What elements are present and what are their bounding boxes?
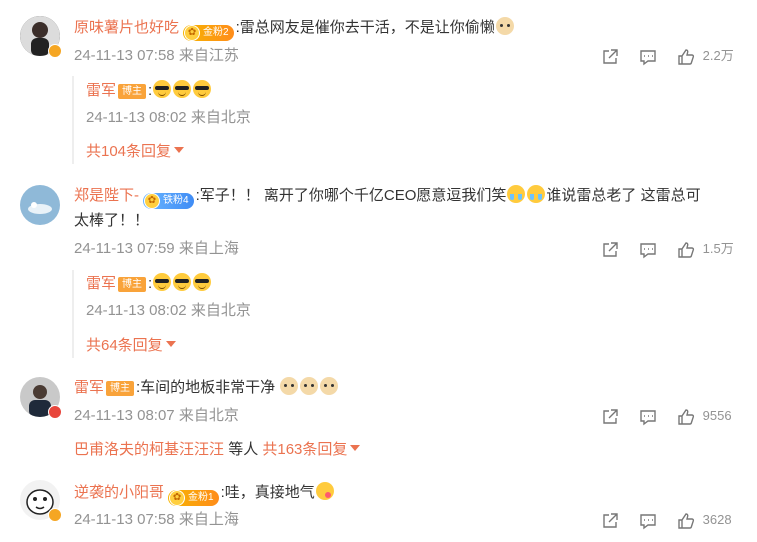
comment-actions: 9556 bbox=[601, 406, 741, 426]
chevron-down-icon bbox=[350, 445, 361, 451]
like-button[interactable]: 3628 bbox=[677, 510, 732, 530]
comment-text: :雷总网友是催你去干活，不是让你偷懒 bbox=[235, 19, 495, 36]
comment-text-end: 太棒了！！ bbox=[74, 212, 150, 229]
comment-meta: 24-11-13 07:59 来自上海 bbox=[74, 240, 239, 257]
comment-text: :哇，真接地气 bbox=[220, 484, 315, 501]
like-icon bbox=[678, 512, 695, 529]
bozhu-badge: 博主 bbox=[118, 84, 147, 99]
share-icon bbox=[603, 241, 618, 257]
comment-icon bbox=[640, 513, 656, 529]
verified-badge-icon bbox=[48, 508, 62, 522]
reply-username[interactable]: 雷军 bbox=[86, 82, 116, 99]
comment-username[interactable]: 郑是陛下- bbox=[74, 187, 139, 204]
bozhu-badge: 博主 bbox=[106, 381, 135, 396]
comment-button[interactable] bbox=[639, 510, 657, 530]
kiss-emoji-icon bbox=[315, 482, 334, 500]
fan-badge-icon: ✿ bbox=[144, 193, 160, 209]
comment-meta: 24-11-13 07:58 来自上海 bbox=[74, 511, 239, 528]
comment-text: :军子！！ 离开了你哪个千亿CEO愿意逗我们笑 bbox=[195, 187, 507, 204]
comment-button[interactable] bbox=[639, 239, 657, 259]
laugh-cry-emoji-icon bbox=[527, 185, 546, 203]
like-count: 2.2万 bbox=[702, 48, 734, 63]
like-count: 3628 bbox=[702, 512, 732, 527]
reply-meta: 24-11-13 08:02 来自北京 bbox=[86, 109, 251, 126]
share-icon bbox=[603, 512, 618, 528]
verified-badge-icon bbox=[48, 405, 62, 419]
comment-username[interactable]: 雷军 bbox=[74, 379, 104, 396]
laugh-cry-emoji-icon bbox=[507, 185, 526, 203]
avatar[interactable] bbox=[20, 185, 60, 225]
sunglasses-emoji-icon bbox=[173, 273, 192, 291]
fan-badge: ✿ 金粉2 bbox=[183, 25, 234, 41]
like-button[interactable]: 2.2万 bbox=[677, 46, 734, 66]
comment-icon bbox=[640, 409, 656, 425]
comment-button[interactable] bbox=[639, 46, 657, 66]
comment-meta: 24-11-13 08:07 来自北京 bbox=[74, 407, 239, 424]
share-button[interactable] bbox=[601, 46, 619, 66]
like-icon bbox=[678, 48, 695, 65]
share-button[interactable] bbox=[601, 510, 619, 530]
more-replies-link[interactable]: 共163条回复 bbox=[262, 441, 347, 458]
sunglasses-emoji-icon bbox=[153, 273, 172, 291]
sub-reply-mid: 等人 bbox=[228, 441, 259, 458]
like-icon bbox=[678, 408, 695, 425]
comment-button[interactable] bbox=[639, 406, 657, 426]
fan-badge-icon: ✿ bbox=[169, 490, 186, 506]
comment-icon bbox=[640, 49, 656, 65]
sunglasses-emoji-icon bbox=[153, 80, 172, 98]
like-button[interactable]: 9556 bbox=[677, 406, 732, 426]
reply-username[interactable]: 雷军 bbox=[86, 275, 116, 292]
share-icon bbox=[603, 48, 618, 64]
bozhu-badge: 博主 bbox=[118, 277, 147, 292]
more-replies-link[interactable]: 共64条回复 bbox=[86, 336, 176, 356]
comment-username[interactable]: 逆袭的小阳哥 bbox=[74, 484, 164, 501]
share-icon bbox=[603, 408, 618, 424]
like-button[interactable]: 1.5万 bbox=[677, 239, 734, 259]
fan-badge-icon: ✿ bbox=[184, 25, 201, 41]
dog-emoji-icon bbox=[300, 377, 319, 395]
comment-actions: 1.5万 bbox=[601, 239, 741, 259]
comment-text: :车间的地板非常干净 bbox=[136, 379, 276, 396]
like-count: 9556 bbox=[702, 408, 732, 423]
reply-thread: 雷军 博主: 24-11-13 08:02 来自北京 共104条回复 bbox=[72, 76, 251, 164]
sunglasses-emoji-icon bbox=[173, 80, 192, 98]
dog-emoji-icon bbox=[495, 17, 514, 35]
fan-badge: ✿ 金粉1 bbox=[168, 490, 219, 506]
comment-actions: 2.2万 bbox=[601, 46, 741, 66]
like-icon bbox=[678, 241, 695, 258]
like-count: 1.5万 bbox=[702, 241, 734, 256]
sub-replies-summary[interactable]: 巴甫洛夫的柯基汪汪汪 等人 共163条回复 bbox=[74, 440, 361, 460]
chevron-down-icon bbox=[165, 341, 176, 347]
dog-emoji-icon bbox=[280, 377, 299, 395]
share-button[interactable] bbox=[601, 406, 619, 426]
verified-badge-icon bbox=[48, 44, 62, 58]
chevron-down-icon bbox=[174, 147, 185, 153]
share-button[interactable] bbox=[601, 239, 619, 259]
more-replies-link[interactable]: 共104条回复 bbox=[86, 142, 185, 162]
comment-icon bbox=[640, 242, 656, 258]
sunglasses-emoji-icon bbox=[193, 273, 212, 291]
reply-meta: 24-11-13 08:02 来自北京 bbox=[86, 302, 251, 319]
comment-meta: 24-11-13 07:58 来自江苏 bbox=[74, 47, 239, 64]
comment-text-continued: 谁说雷总老了 这雷总可 bbox=[546, 187, 701, 204]
reply-text: : bbox=[148, 82, 153, 99]
reply-thread: 雷军 博主: 24-11-13 08:02 来自北京 共64条回复 bbox=[72, 270, 251, 358]
sunglasses-emoji-icon bbox=[193, 80, 212, 98]
comment-actions: 3628 bbox=[601, 510, 741, 530]
fan-badge: ✿ 铁粉4 bbox=[143, 193, 194, 209]
sub-reply-username[interactable]: 巴甫洛夫的柯基汪汪汪 bbox=[74, 441, 224, 458]
reply-text: : bbox=[148, 275, 153, 292]
dog-emoji-icon bbox=[320, 377, 339, 395]
comment-username[interactable]: 原味薯片也好吃 bbox=[74, 19, 179, 36]
